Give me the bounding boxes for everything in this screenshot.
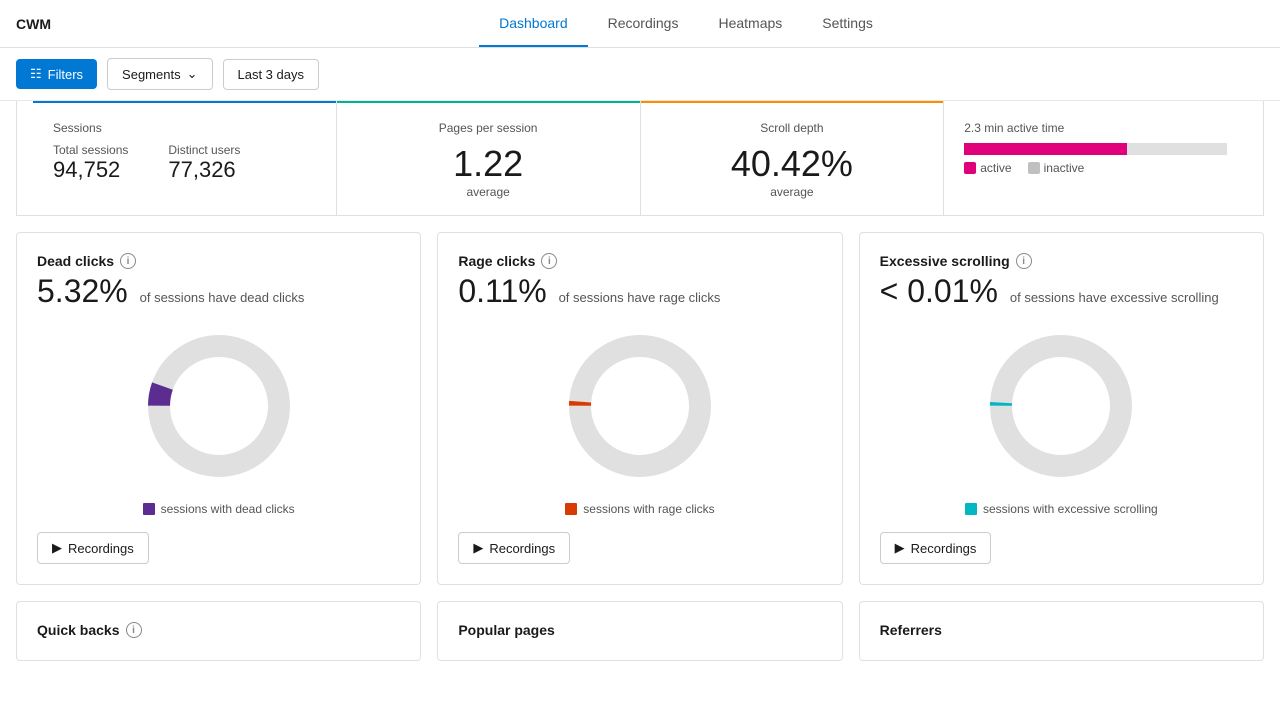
- segments-button[interactable]: Segments ⌄: [107, 58, 212, 90]
- dead-clicks-legend: sessions with dead clicks: [161, 502, 295, 516]
- rage-clicks-recordings-button[interactable]: ▶ Recordings: [458, 532, 570, 564]
- filters-button[interactable]: ☷ Filters: [16, 59, 97, 89]
- active-time-label: 2.3 min active time: [964, 121, 1227, 135]
- nav-links: Dashboard Recordings Heatmaps Settings: [108, 1, 1264, 47]
- stats-bar: Sessions Total sessions 94,752 Distinct …: [16, 101, 1264, 216]
- scroll-depth-value: 40.42%: [661, 143, 924, 185]
- rage-clicks-description: of sessions have rage clicks: [559, 290, 721, 305]
- dead-clicks-title: Dead clicks: [37, 253, 114, 269]
- recording-icon: ▶: [52, 540, 62, 556]
- top-nav: CWM Dashboard Recordings Heatmaps Settin…: [0, 0, 1280, 48]
- sessions-section: Sessions Total sessions 94,752 Distinct …: [33, 101, 337, 215]
- rage-clicks-info-icon: i: [541, 253, 557, 269]
- dead-clicks-description: of sessions have dead clicks: [140, 290, 305, 305]
- filters-label: Filters: [48, 67, 83, 82]
- excessive-scrolling-legend: sessions with excessive scrolling: [983, 502, 1158, 516]
- rage-clicks-percent: 0.11%: [458, 273, 546, 309]
- quick-backs-title: Quick backs: [37, 622, 120, 638]
- rage-clicks-donut: [560, 326, 720, 486]
- dead-clicks-card: Dead clicks i 5.32% of sessions have dea…: [16, 232, 421, 585]
- main-cards: Dead clicks i 5.32% of sessions have dea…: [0, 216, 1280, 585]
- segments-label: Segments: [122, 67, 181, 82]
- dead-clicks-info-icon: i: [120, 253, 136, 269]
- dead-clicks-recordings-button[interactable]: ▶ Recordings: [37, 532, 149, 564]
- total-sessions-label: Total sessions: [53, 143, 128, 157]
- app-title: CWM: [16, 16, 76, 32]
- total-sessions-value: 94,752: [53, 157, 128, 183]
- scroll-depth-avg: average: [661, 185, 924, 199]
- active-time-section: 2.3 min active time active inactive: [944, 101, 1247, 215]
- recording-icon-2: ▶: [473, 540, 483, 556]
- dead-clicks-donut: [139, 326, 299, 486]
- excessive-scrolling-description: of sessions have excessive scrolling: [1010, 290, 1219, 305]
- nav-recordings[interactable]: Recordings: [588, 1, 699, 47]
- referrers-title: Referrers: [880, 622, 942, 638]
- pages-per-session-avg: average: [357, 185, 620, 199]
- pages-per-session-section: Pages per session 1.22 average: [337, 101, 641, 215]
- scroll-depth-label: Scroll depth: [661, 121, 924, 135]
- popular-pages-card: Popular pages: [437, 601, 842, 661]
- rage-clicks-card: Rage clicks i 0.11% of sessions have rag…: [437, 232, 842, 585]
- date-range-label: Last 3 days: [238, 67, 305, 82]
- nav-settings[interactable]: Settings: [802, 1, 893, 47]
- rage-clicks-legend: sessions with rage clicks: [583, 502, 714, 516]
- excessive-scrolling-card: Excessive scrolling i < 0.01% of session…: [859, 232, 1264, 585]
- popular-pages-title: Popular pages: [458, 622, 554, 638]
- scroll-depth-section: Scroll depth 40.42% average: [641, 101, 945, 215]
- excessive-scrolling-recordings-label: Recordings: [911, 541, 977, 556]
- referrers-card: Referrers: [859, 601, 1264, 661]
- nav-dashboard[interactable]: Dashboard: [479, 1, 588, 47]
- excessive-scrolling-donut: [981, 326, 1141, 486]
- filter-icon: ☷: [30, 66, 42, 82]
- excessive-scrolling-title: Excessive scrolling: [880, 253, 1010, 269]
- nav-heatmaps[interactable]: Heatmaps: [698, 1, 802, 47]
- distinct-users-value: 77,326: [168, 157, 240, 183]
- bottom-section: Quick backs i Popular pages Referrers: [0, 585, 1280, 677]
- chevron-down-icon: ⌄: [187, 66, 198, 82]
- inactive-legend-label: inactive: [1044, 161, 1085, 175]
- date-range-button[interactable]: Last 3 days: [223, 59, 320, 90]
- quick-backs-info-icon: i: [126, 622, 142, 638]
- excessive-scrolling-percent: < 0.01%: [880, 273, 998, 309]
- excessive-scrolling-info-icon: i: [1016, 253, 1032, 269]
- distinct-users-label: Distinct users: [168, 143, 240, 157]
- sessions-label: Sessions: [53, 121, 316, 135]
- excessive-scrolling-recordings-button[interactable]: ▶ Recordings: [880, 532, 992, 564]
- rage-clicks-recordings-label: Recordings: [489, 541, 555, 556]
- pages-per-session-value: 1.22: [357, 143, 620, 185]
- rage-clicks-title: Rage clicks: [458, 253, 535, 269]
- dead-clicks-percent: 5.32%: [37, 273, 128, 309]
- dead-clicks-recordings-label: Recordings: [68, 541, 134, 556]
- quick-backs-card: Quick backs i: [16, 601, 421, 661]
- toolbar: ☷ Filters Segments ⌄ Last 3 days: [0, 48, 1280, 101]
- pages-per-session-label: Pages per session: [357, 121, 620, 135]
- active-legend-label: active: [980, 161, 1011, 175]
- recording-icon-3: ▶: [895, 540, 905, 556]
